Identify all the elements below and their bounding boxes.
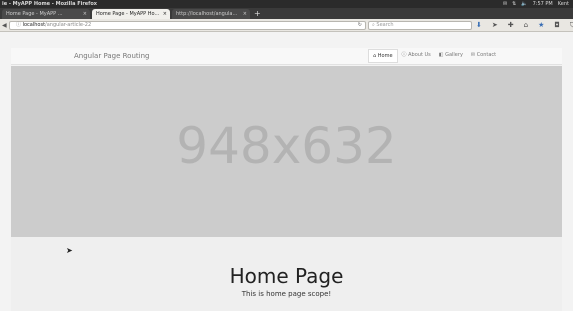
user-name[interactable]: Kent bbox=[558, 0, 569, 8]
hero-image-placeholder: 948x632 bbox=[11, 66, 562, 237]
clock[interactable]: 7:57 PM bbox=[533, 0, 553, 8]
page-text: This is home page scope! bbox=[241, 290, 332, 298]
menu-item-about[interactable]: ⓘ About Us bbox=[398, 49, 435, 63]
send-icon[interactable]: ➤ bbox=[492, 21, 498, 30]
search-input[interactable]: ⌕ Search bbox=[368, 21, 472, 30]
browser-tab-strip: Home Page - MyAPP ... × Home Page - MyAPP… bbox=[0, 8, 573, 19]
mouse-cursor-icon: ➤ bbox=[66, 246, 73, 255]
page-heading: Home Page bbox=[229, 264, 344, 288]
new-tab-button[interactable]: + bbox=[254, 8, 261, 19]
app-menu: ⌂ Home ⓘ About Us ◧ Gallery ✉ Contact bbox=[368, 49, 500, 63]
close-icon[interactable]: × bbox=[83, 9, 87, 19]
puzzle-icon[interactable]: ✚ bbox=[508, 21, 514, 30]
close-icon[interactable]: × bbox=[163, 9, 167, 19]
placeholder-dimensions: 948x632 bbox=[176, 117, 397, 175]
page-margin bbox=[0, 32, 11, 311]
volume-icon[interactable]: 🔈 bbox=[521, 0, 527, 8]
menu-item-gallery[interactable]: ◧ Gallery bbox=[435, 49, 467, 63]
browser-tab[interactable]: http://localhost/angula... × bbox=[172, 9, 250, 19]
page-content: Home Page This is home page scope! bbox=[11, 237, 562, 311]
info-icon: ⓘ bbox=[16, 22, 23, 28]
close-icon[interactable]: × bbox=[243, 9, 247, 19]
app-navbar: Angular Page Routing ⌂ Home ⓘ About Us ◧… bbox=[11, 48, 562, 65]
download-icon[interactable]: ⬇ bbox=[476, 21, 482, 30]
os-title-bar: ie - MyAPP Home - Mozilla Firefox ✉ ⇅ 🔈 … bbox=[0, 0, 573, 8]
toolbar-icons: ⬇ ➤ ✚ ⌂ ★ ◘ ⛉ bbox=[476, 21, 573, 30]
back-icon[interactable]: ◀ bbox=[2, 21, 7, 30]
menu-item-home[interactable]: ⌂ Home bbox=[368, 49, 398, 63]
star-icon[interactable]: ★ bbox=[538, 21, 544, 30]
reload-icon[interactable]: ↻ bbox=[358, 22, 362, 29]
browser-tab-active[interactable]: Home Page - MyAPP Ho... × bbox=[92, 9, 170, 19]
url-path: /angular-article-22 bbox=[45, 22, 92, 28]
home-icon[interactable]: ⌂ bbox=[524, 21, 528, 30]
browser-toolbar: ◀ ⓘ localhost/angular-article-22 ↻ ⌕ Sea… bbox=[0, 19, 573, 32]
mail-icon[interactable]: ✉ bbox=[503, 0, 507, 8]
url-bar[interactable]: ⓘ localhost/angular-article-22 ↻ bbox=[9, 21, 366, 30]
sort-icon[interactable]: ⇅ bbox=[512, 0, 516, 8]
system-tray: ✉ ⇅ 🔈 7:57 PM Kent bbox=[503, 0, 569, 8]
window-title: ie - MyAPP Home - Mozilla Firefox bbox=[2, 1, 98, 7]
browser-tab[interactable]: Home Page - MyAPP ... × bbox=[2, 9, 90, 19]
camera-icon[interactable]: ◘ bbox=[554, 21, 560, 30]
app-brand[interactable]: Angular Page Routing bbox=[74, 51, 149, 61]
menu-item-contact[interactable]: ✉ Contact bbox=[467, 49, 500, 63]
url-host: localhost bbox=[22, 22, 46, 28]
